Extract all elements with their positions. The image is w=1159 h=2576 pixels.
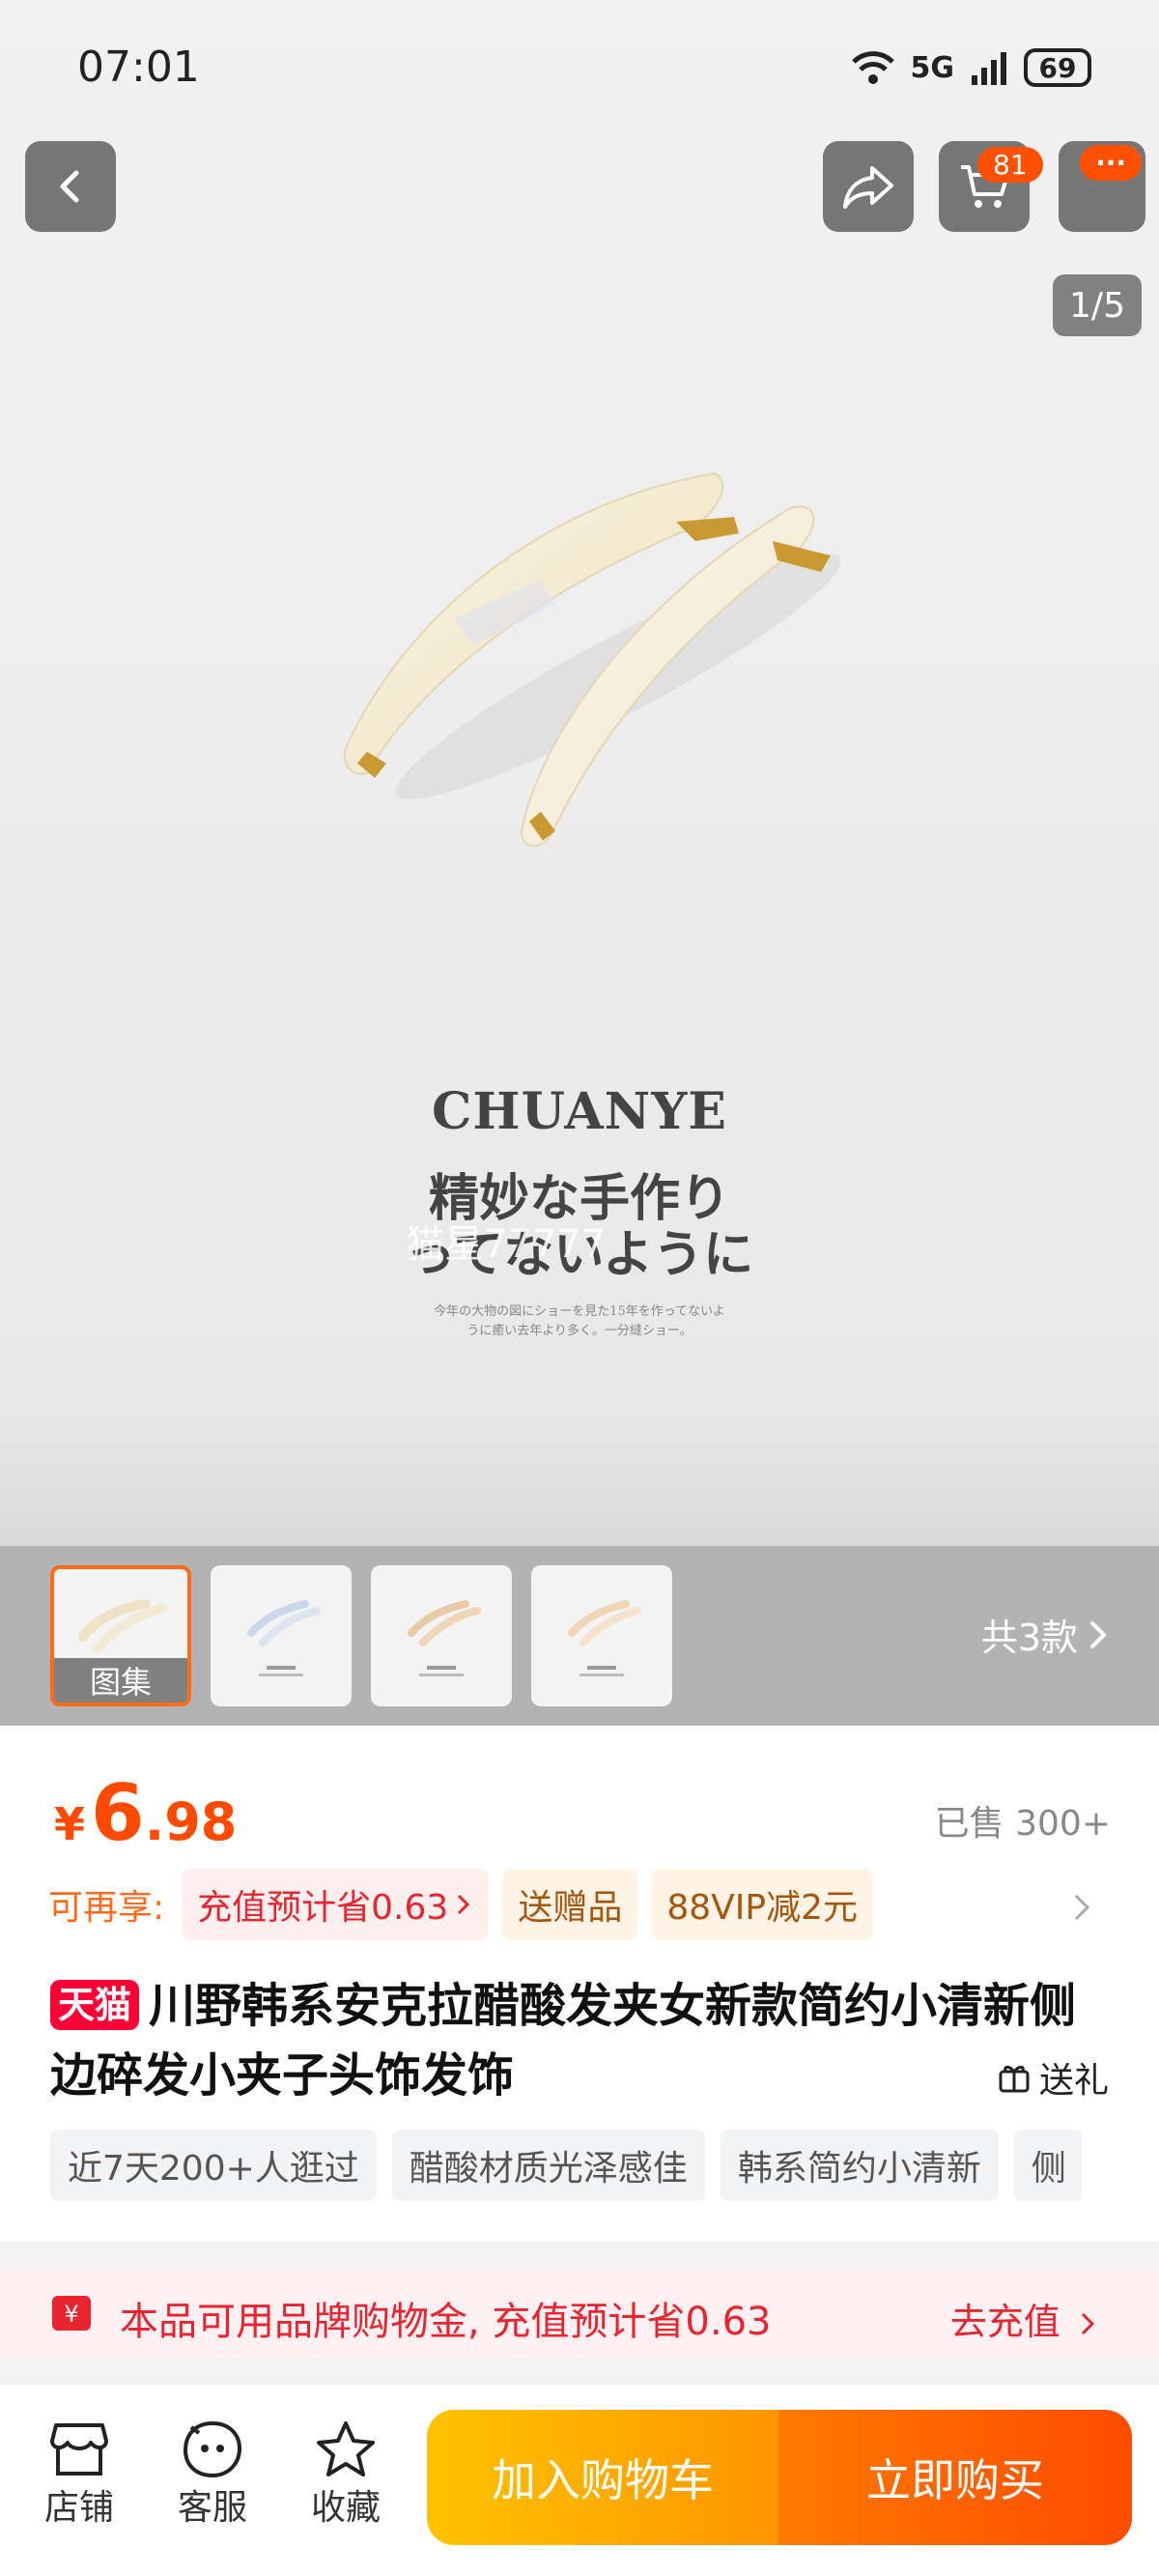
hero-shade — [0, 1401, 1159, 1546]
status-time: 07:01 — [77, 43, 200, 92]
customer-service-label: 客服 — [177, 2488, 247, 2528]
promo-recharge-chip[interactable]: 充值预计省0.63 — [182, 1869, 490, 1940]
promo-88vip-chip[interactable]: 88VIP减2元 — [651, 1869, 873, 1940]
price-decimal: .98 — [144, 1791, 238, 1852]
thumbnail-gallery[interactable]: 图集 — [50, 1565, 191, 1706]
thumbnail-label: 图集 — [54, 1658, 187, 1703]
small-print-1: 今年の大物の図にショーを見た15年を作ってないよ — [434, 1304, 725, 1319]
tag-item: 侧 — [1013, 2130, 1082, 2201]
tmall-badge: 天猫 — [50, 1980, 140, 2030]
thumbnail-image — [408, 1600, 481, 1676]
recharge-link[interactable]: 去充值 — [950, 2292, 1097, 2345]
status-icons: 5G 69 — [851, 43, 1091, 93]
thumbnail-image — [568, 1600, 641, 1676]
currency-symbol: ¥ — [54, 1798, 86, 1850]
svg-text:¥: ¥ — [64, 2301, 78, 2328]
tag-item: 近7天200+人逛过 — [50, 2130, 377, 2201]
thumbnail-variant-1[interactable] — [211, 1565, 352, 1706]
variants-label: 共3款 — [980, 1617, 1078, 1659]
chevron-right-icon — [458, 1894, 470, 1915]
network-type: 5G — [910, 50, 955, 85]
thumbnail-variant-3[interactable] — [531, 1565, 672, 1706]
price: ¥ 6 .98 — [54, 1768, 237, 1858]
gift-button[interactable]: 送礼 — [997, 2052, 1109, 2103]
thumbnail-image — [78, 1599, 167, 1653]
shop-icon — [50, 2423, 108, 2476]
tag-list: 近7天200+人逛过 醋酸材质光泽感佳 韩系简约小清新 侧 — [50, 2130, 1082, 2201]
wifi-icon — [851, 51, 894, 84]
promo-chevron-icon[interactable] — [1070, 1890, 1093, 1925]
chevron-right-icon — [1090, 1620, 1107, 1648]
cart-badge: 81 — [977, 147, 1043, 183]
promo-gift-chip[interactable]: 送赠品 — [502, 1869, 638, 1940]
shop-button[interactable]: 店铺 — [31, 2419, 127, 2530]
tag-item: 醋酸材质光泽感佳 — [391, 2130, 705, 2201]
buy-now-button[interactable]: 立即购买 — [778, 2410, 1132, 2545]
promo-row[interactable]: 可再享: 充值预计省0.63 送赠品 88VIP减2元 — [48, 1869, 873, 1940]
chevron-right-icon — [1081, 2312, 1095, 2335]
favorite-button[interactable]: 收藏 — [297, 2419, 394, 2530]
brand-text: CHUANYE — [432, 1082, 727, 1141]
add-to-cart-button[interactable]: 加入购物车 — [427, 2410, 778, 2545]
watermark-text: 猫星77777 — [406, 1222, 607, 1267]
chat-face-icon — [183, 2420, 242, 2478]
small-print-2: うに癒い去年より多く。一分縫ショー。 — [466, 1324, 693, 1338]
share-icon — [843, 166, 893, 209]
more-button[interactable]: ··· — [1059, 141, 1145, 232]
recharge-label: 去充值 — [949, 2301, 1060, 2343]
star-icon — [317, 2421, 375, 2476]
thumbnail-variant-2[interactable] — [371, 1565, 512, 1706]
promo-recharge-text: 充值预计省0.63 — [197, 1888, 449, 1928]
price-integer: 6 — [91, 1768, 145, 1858]
shop-label: 店铺 — [43, 2488, 114, 2528]
gift-icon — [999, 2065, 1030, 2093]
wallet-icon: ¥ — [52, 2296, 91, 2331]
tag-item: 韩系简约小清新 — [720, 2130, 999, 2201]
sold-count: 已售 300+ — [934, 1804, 1111, 1844]
product-title-text: 川野韩系安克拉醋酸发夹女新款简约小清新侧边碎发小夹子头饰发饰 — [50, 1979, 1077, 2103]
banner-text: 本品可用品牌购物金, 充值预计省0.63 — [120, 2300, 772, 2344]
signal-icon — [972, 52, 1006, 85]
thumbnail-image — [247, 1600, 321, 1676]
thumbnail-strip: 图集 共3款 — [0, 1546, 1159, 1726]
image-counter: 1/5 — [1053, 274, 1142, 336]
variants-link[interactable]: 共3款 — [981, 1608, 1109, 1661]
share-button[interactable] — [823, 141, 914, 232]
battery-icon: 69 — [1024, 48, 1091, 87]
product-main-image[interactable]: CHUANYE 精妙な手作り ってないように 今年の大物の図にショーを見た15年… — [0, 0, 1159, 1546]
favorite-label: 收藏 — [310, 2488, 381, 2528]
product-title: 天猫 川野韩系安克拉醋酸发夹女新款简约小清新侧边碎发小夹子头饰发饰 — [50, 1971, 1103, 2110]
chevron-left-icon — [60, 170, 79, 203]
customer-service-button[interactable]: 客服 — [164, 2419, 261, 2530]
promo-label: 可再享: — [48, 1888, 165, 1928]
back-button[interactable] — [25, 141, 116, 232]
gift-label: 送礼 — [1038, 2061, 1109, 2101]
more-dots-icon: ··· — [1080, 145, 1142, 181]
